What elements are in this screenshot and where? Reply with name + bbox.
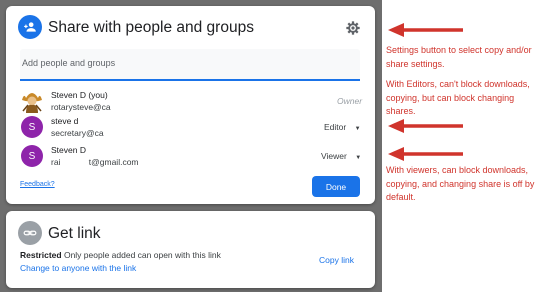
initial-avatar: S [21,145,43,167]
annotation-arrow-viewers [388,147,463,161]
person-add-icon [18,15,42,39]
profile-photo-avatar [20,89,44,113]
get-link-card: Get link Restricted Only people added ca… [6,211,375,288]
person-email: secretary@ca [51,128,104,138]
feedback-link[interactable]: Feedback? [20,181,55,188]
role-dropdown-editor[interactable]: Editor ▼ [324,122,361,132]
add-people-field[interactable] [20,49,360,81]
get-link-title: Get link [48,225,101,242]
annotation-editors-text: With Editors, can't block downloads, cop… [386,79,530,116]
role-label: Editor [324,122,347,132]
link-icon [18,221,42,245]
dialog-title: Share with people and groups [48,19,254,36]
person-email: rai t@gmail.com [51,157,139,167]
person-name: Steven D (you) [51,90,108,100]
restriction-description: Only people added can open with this lin… [63,250,221,260]
share-dialog: Share with people and groups Steven D (y… [6,6,375,204]
initial-avatar: S [21,116,43,138]
settings-gear-icon[interactable] [345,20,361,36]
annotation-arrow-editors [388,119,463,133]
link-restriction-text: Restricted Only people added can open wi… [20,250,221,260]
dropdown-arrow-icon: ▼ [355,155,362,161]
person-row-editor: S steve d secretary@ca Editor ▼ [20,115,365,141]
person-name: Steven D [51,145,86,155]
person-name: steve d [51,116,79,126]
copy-link-button[interactable]: Copy link [319,255,354,265]
role-label: Viewer [321,151,347,161]
add-people-input[interactable] [20,49,352,77]
owner-label: Owner [337,96,363,106]
restriction-label: Restricted [20,250,62,260]
dropdown-arrow-icon: ▼ [354,126,361,132]
role-dropdown-viewer[interactable]: Viewer ▼ [321,151,361,161]
done-button[interactable]: Done [312,176,360,197]
annotation-viewers-text: With viewers, can block downloads, copyi… [386,165,535,202]
person-email: rotarysteve@ca [51,102,111,112]
change-link-access[interactable]: Change to anyone with the link [20,263,136,273]
annotation-arrow-settings [388,23,463,37]
person-row-viewer: S Steven D rai t@gmail.com Viewer ▼ [20,144,365,170]
annotation-settings-text: Settings button to select copy and/or sh… [386,45,532,69]
person-row-owner: Steven D (you) rotarysteve@ca Owner [20,89,365,115]
